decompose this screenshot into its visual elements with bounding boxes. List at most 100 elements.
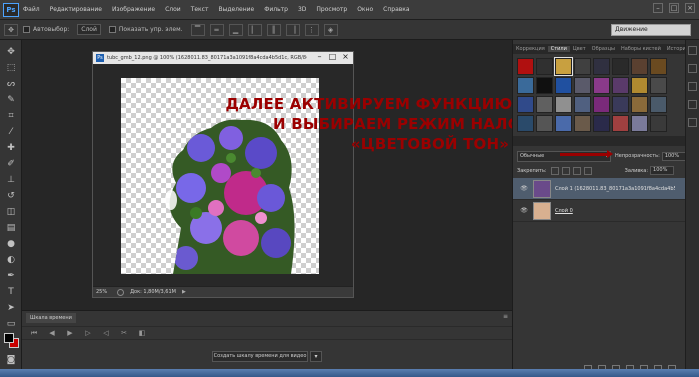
- transform-checkbox[interactable]: [108, 26, 116, 33]
- style-preset-swatch[interactable]: [574, 77, 591, 94]
- style-preset-swatch[interactable]: [554, 57, 573, 76]
- style-preset-swatch[interactable]: [536, 58, 553, 75]
- type-tool-icon[interactable]: T: [4, 286, 18, 299]
- style-preset-swatch[interactable]: [612, 58, 629, 75]
- gradient-tool-icon[interactable]: ▤: [4, 222, 18, 235]
- transition-icon[interactable]: ◧: [136, 328, 148, 338]
- doc-close-icon[interactable]: ×: [341, 53, 350, 62]
- autoselect-dropdown[interactable]: Слой: [77, 24, 101, 35]
- align-right-icon[interactable]: ▕: [285, 23, 300, 36]
- move-tool-icon[interactable]: ✥: [4, 23, 18, 36]
- split-icon[interactable]: ✂: [118, 328, 130, 338]
- layer-row-1[interactable]: 👁 Слой 1 (1628011.83_80171a3a1091f8a4cda…: [513, 178, 686, 200]
- zoom-level[interactable]: 25%: [96, 289, 107, 295]
- timeline-panel-menu-icon[interactable]: ≡: [503, 313, 508, 320]
- style-preset-swatch[interactable]: [593, 58, 610, 75]
- layer-visibility-eye-icon[interactable]: 👁: [519, 207, 529, 215]
- quick-mask-icon[interactable]: ◙: [4, 354, 18, 367]
- shape-tool-icon[interactable]: ▭: [4, 318, 18, 331]
- style-preset-swatch[interactable]: [650, 58, 667, 75]
- play-icon[interactable]: ▶: [64, 328, 76, 338]
- menu-view[interactable]: Просмотр: [316, 6, 347, 13]
- menu-filter[interactable]: Фильтр: [264, 6, 288, 13]
- crop-tool-icon[interactable]: ⌗: [4, 110, 18, 123]
- dodge-tool-icon[interactable]: ◐: [4, 254, 18, 267]
- doc-maximize-icon[interactable]: □: [328, 53, 337, 62]
- style-preset-swatch[interactable]: [612, 115, 629, 132]
- align-bottom-icon[interactable]: ▁: [228, 23, 243, 36]
- opacity-input[interactable]: 100%: [661, 151, 686, 161]
- align-left-icon[interactable]: ▏: [247, 23, 262, 36]
- timeline-tab[interactable]: Шкала времени: [26, 313, 76, 323]
- workspace-dropdown[interactable]: Движение: [611, 24, 691, 36]
- create-video-timeline-button[interactable]: Создать шкалу времени для видео: [212, 351, 308, 362]
- lock-pixels-icon[interactable]: [561, 166, 570, 175]
- menu-help[interactable]: Справка: [383, 6, 409, 13]
- status-menu-arrow-icon[interactable]: ▶: [182, 289, 186, 295]
- align-top-icon[interactable]: ▔: [190, 23, 205, 36]
- tab-brush-presets[interactable]: Наборы кистей: [618, 46, 664, 52]
- menu-select[interactable]: Выделение: [218, 6, 254, 13]
- style-preset-swatch[interactable]: [555, 115, 572, 132]
- status-info-icon[interactable]: [117, 288, 125, 296]
- style-preset-swatch[interactable]: [593, 115, 610, 132]
- quick-select-tool-icon[interactable]: ✎: [4, 94, 18, 107]
- step-forward-icon[interactable]: ▷: [82, 328, 94, 338]
- style-preset-swatch[interactable]: [536, 96, 553, 113]
- style-preset-swatch[interactable]: [631, 96, 648, 113]
- menu-file[interactable]: Файл: [23, 6, 40, 13]
- style-preset-swatch[interactable]: [593, 96, 610, 113]
- style-preset-swatch[interactable]: [517, 115, 534, 132]
- style-preset-swatch[interactable]: [593, 77, 610, 94]
- style-preset-swatch[interactable]: [517, 58, 534, 75]
- style-preset-swatch[interactable]: [555, 77, 572, 94]
- 3d-mode-icon[interactable]: ◈: [323, 23, 338, 36]
- maximize-icon[interactable]: □: [669, 3, 679, 13]
- panel-toggle-icon[interactable]: [688, 82, 697, 91]
- autoselect-checkbox[interactable]: [23, 26, 30, 33]
- style-preset-swatch[interactable]: [536, 77, 553, 94]
- foreground-color-swatch[interactable]: [4, 333, 14, 343]
- eyedropper-tool-icon[interactable]: ⁄: [4, 126, 18, 139]
- eraser-tool-icon[interactable]: ◫: [4, 206, 18, 219]
- menu-image[interactable]: Изображение: [112, 6, 155, 13]
- align-center-icon[interactable]: ║: [266, 23, 281, 36]
- style-preset-swatch[interactable]: [650, 115, 667, 132]
- style-preset-swatch[interactable]: [517, 96, 534, 113]
- style-preset-swatch[interactable]: [631, 115, 648, 132]
- lock-transparency-icon[interactable]: [550, 166, 559, 175]
- style-preset-swatch[interactable]: [574, 58, 591, 75]
- pen-tool-icon[interactable]: ✒: [4, 270, 18, 283]
- document-title-bar[interactable]: Ps tubc_gmb_12.png @ 100% (1628011.83_80…: [93, 52, 353, 64]
- style-preset-swatch[interactable]: [650, 77, 667, 94]
- move-tool-icon[interactable]: ✥: [4, 46, 18, 59]
- menu-type[interactable]: Текст: [191, 6, 209, 13]
- history-brush-tool-icon[interactable]: ↺: [4, 190, 18, 203]
- lasso-tool-icon[interactable]: ᔕ: [4, 78, 18, 91]
- tab-swatches[interactable]: Образцы: [589, 46, 618, 52]
- style-preset-swatch[interactable]: [574, 115, 591, 132]
- path-select-tool-icon[interactable]: ➤: [4, 302, 18, 315]
- close-icon[interactable]: ×: [685, 3, 695, 13]
- distribute-icon[interactable]: ⋮: [304, 23, 319, 36]
- menu-3d[interactable]: 3D: [298, 6, 306, 13]
- audio-icon[interactable]: ◁: [100, 328, 112, 338]
- blur-tool-icon[interactable]: ●: [4, 238, 18, 251]
- style-preset-swatch[interactable]: [631, 77, 648, 94]
- style-preset-swatch[interactable]: [574, 96, 591, 113]
- doc-minimize-icon[interactable]: –: [315, 53, 324, 62]
- create-timeline-dropdown-icon[interactable]: ▾: [310, 351, 322, 362]
- menu-edit[interactable]: Редактирование: [50, 6, 102, 13]
- clone-stamp-tool-icon[interactable]: ⊥: [4, 174, 18, 187]
- fill-input[interactable]: 100%: [650, 166, 675, 175]
- lock-position-icon[interactable]: [572, 166, 581, 175]
- style-preset-swatch[interactable]: [631, 58, 648, 75]
- layer-visibility-eye-icon[interactable]: 👁: [519, 185, 529, 193]
- layer-row-0[interactable]: 👁 Слой 0: [513, 200, 686, 222]
- style-preset-swatch[interactable]: [536, 115, 553, 132]
- style-preset-swatch[interactable]: [612, 77, 629, 94]
- panel-toggle-icon[interactable]: [688, 100, 697, 109]
- align-middle-icon[interactable]: ═: [209, 23, 224, 36]
- lock-all-icon[interactable]: [583, 166, 592, 175]
- style-preset-swatch[interactable]: [517, 77, 534, 94]
